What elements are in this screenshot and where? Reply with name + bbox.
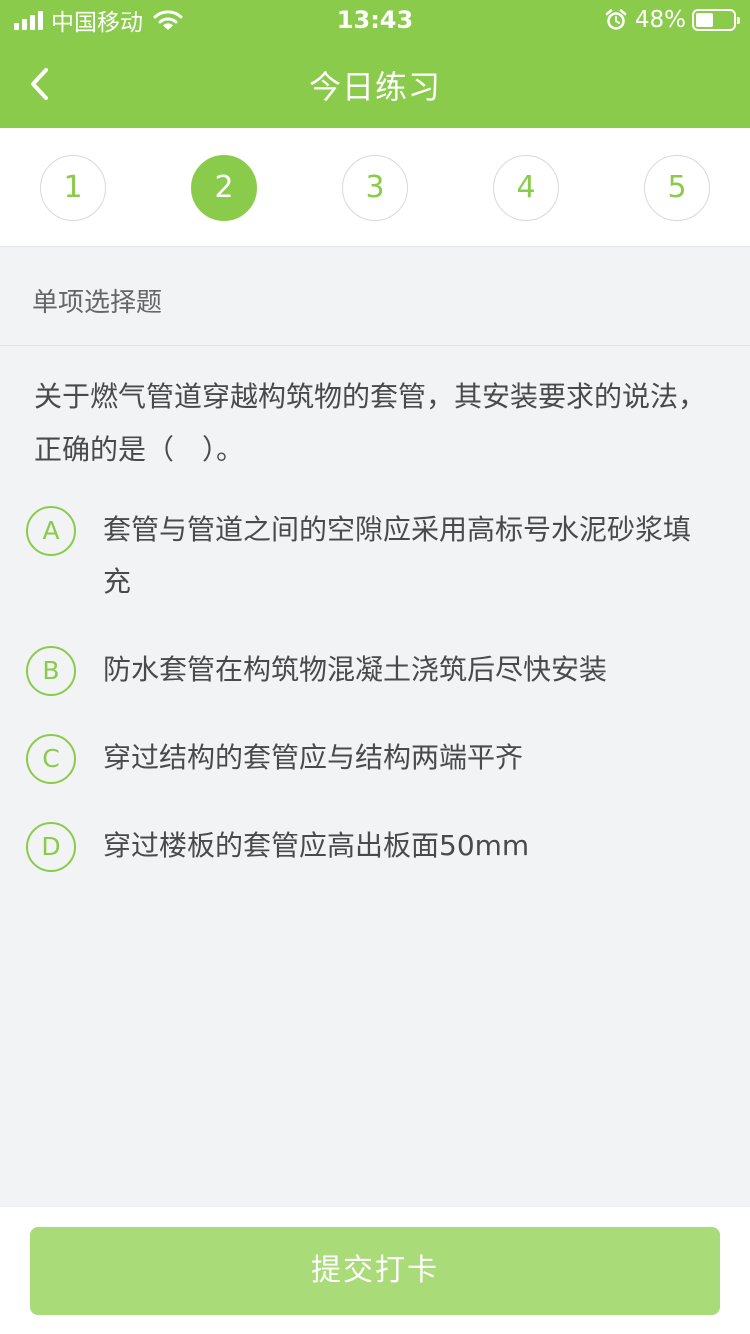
step-5[interactable]: 5	[644, 155, 710, 221]
step-1[interactable]: 1	[40, 155, 106, 221]
option-b-key: B	[26, 646, 76, 696]
step-4[interactable]: 4	[493, 155, 559, 221]
app-header: 中国移动 13:43 48% 今日练习	[0, 0, 750, 128]
page-title: 今日练习	[308, 68, 441, 106]
status-right: 48%	[605, 6, 740, 34]
footer-bar: 提交打卡	[0, 1206, 750, 1334]
step-2[interactable]: 2	[191, 155, 257, 221]
battery-percent: 48%	[634, 7, 686, 33]
status-bar: 中国移动 13:43 48%	[0, 0, 750, 40]
step-3[interactable]: 3	[342, 155, 408, 221]
nav-bar: 今日练习	[0, 40, 750, 128]
option-c-key: C	[26, 734, 76, 784]
alarm-clock-icon	[605, 9, 627, 30]
option-d-key: D	[26, 822, 76, 872]
question-text: 关于燃气管道穿越构筑物的套管，其安装要求的说法，正确的是（ ）。	[34, 380, 707, 466]
submit-button[interactable]: 提交打卡	[30, 1227, 720, 1315]
option-a-key: A	[26, 506, 76, 556]
option-d-text: 穿过楼板的套管应高出板面50mm	[103, 829, 530, 862]
question-type-label: 单项选择题	[32, 288, 163, 318]
battery-fill	[696, 13, 714, 27]
option-a-text: 套管与管道之间的空隙应采用高标号水泥砂浆填充	[103, 513, 692, 598]
option-b-text: 防水套管在构筑物混凝土浇筑后尽快安装	[103, 653, 608, 686]
question-type-header: 单项选择题	[0, 248, 750, 346]
battery-icon	[692, 9, 740, 31]
question-step-strip: 1 2 3 4 5	[0, 128, 750, 247]
option-c-text: 穿过结构的套管应与结构两端平齐	[103, 741, 524, 774]
